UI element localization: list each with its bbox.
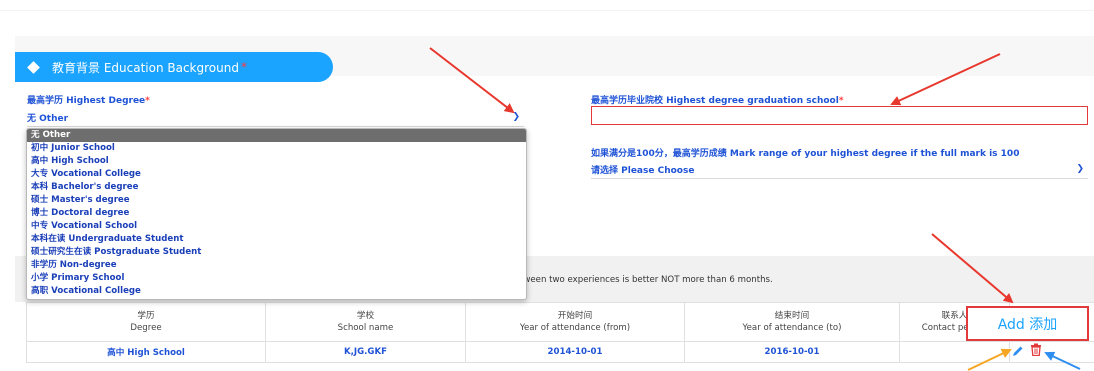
- required-mark: *: [240, 60, 247, 74]
- dropdown-option[interactable]: 本科 Bachelor's degree: [27, 181, 526, 194]
- dropdown-option[interactable]: 高中 High School: [27, 155, 526, 168]
- graduation-school-input[interactable]: [591, 106, 1088, 125]
- dropdown-option[interactable]: 高职 Vocational College: [27, 285, 526, 298]
- cell-to: 2016-10-01: [684, 341, 900, 363]
- chevron-down-icon[interactable]: ❯: [512, 112, 520, 122]
- dropdown-option[interactable]: 硕士 Master's degree: [27, 194, 526, 207]
- required-mark: *: [838, 96, 844, 106]
- trash-icon[interactable]: [1030, 343, 1042, 356]
- header-school: 学校 School name: [265, 302, 466, 342]
- cell-school: K,JG.GKF: [265, 341, 466, 363]
- section-title: 教育背景 Education Background: [52, 60, 239, 75]
- education-table: 学历 Degree 学校 School name 开始时间 Year of atten…: [26, 302, 1094, 363]
- notice-text: tween two experiences is better NOT more…: [520, 275, 773, 285]
- dropdown-option[interactable]: 初中 Junior School: [27, 142, 526, 155]
- highest-degree-dropdown[interactable]: 无 Other 初中 Junior School 高中 High School …: [26, 128, 527, 300]
- table-row: 高中 High School K,JG.GKF 2014-10-01 2016-…: [26, 341, 1094, 363]
- dropdown-option[interactable]: 无 Other: [27, 129, 526, 142]
- header-from: 开始时间 Year of attendance (from): [465, 302, 685, 342]
- mark-range-value: 请选择 Please Choose: [591, 165, 695, 176]
- dropdown-option[interactable]: 小学 Primary School: [27, 272, 526, 285]
- graduation-school-label: 最高学历毕业院校 Highest degree graduation schoo…: [591, 96, 844, 106]
- chevron-down-icon[interactable]: ❯: [1076, 164, 1084, 174]
- diamond-icon: [27, 60, 40, 74]
- required-mark: *: [145, 96, 150, 106]
- top-bar: [0, 0, 1094, 11]
- dropdown-option[interactable]: 非学历 Non-degree: [27, 259, 526, 272]
- dropdown-option[interactable]: 硕士研究生在读 Postgraduate Student: [27, 246, 526, 259]
- cell-contact: [899, 341, 1010, 363]
- highest-degree-label: 最高学历 Highest Degree*: [27, 96, 150, 106]
- highest-degree-select[interactable]: 无 Other ❯: [27, 108, 524, 127]
- dropdown-option[interactable]: 本科在读 Undergraduate Student: [27, 233, 526, 246]
- header-degree: 学历 Degree: [26, 302, 266, 342]
- section-header: 教育背景 Education Background *: [15, 52, 333, 82]
- header-to: 结束时间 Year of attendance (to): [684, 302, 900, 342]
- cell-degree: 高中 High School: [26, 341, 266, 363]
- dropdown-option[interactable]: 中专 Vocational School: [27, 220, 526, 233]
- add-button[interactable]: Add 添加: [966, 306, 1089, 341]
- mark-range-label: 如果满分是100分，最高学历成绩 Mark range of your high…: [591, 149, 1020, 159]
- pencil-icon[interactable]: [1012, 345, 1024, 357]
- cell-from: 2014-10-01: [465, 341, 685, 363]
- highest-degree-value: 无 Other: [27, 113, 69, 124]
- dropdown-option[interactable]: 博士 Doctoral degree: [27, 207, 526, 220]
- mark-range-select[interactable]: 请选择 Please Choose ❯: [591, 160, 1088, 179]
- dropdown-option[interactable]: 大专 Vocational College: [27, 168, 526, 181]
- table-header-row: 学历 Degree 学校 School name 开始时间 Year of atten…: [26, 302, 1094, 342]
